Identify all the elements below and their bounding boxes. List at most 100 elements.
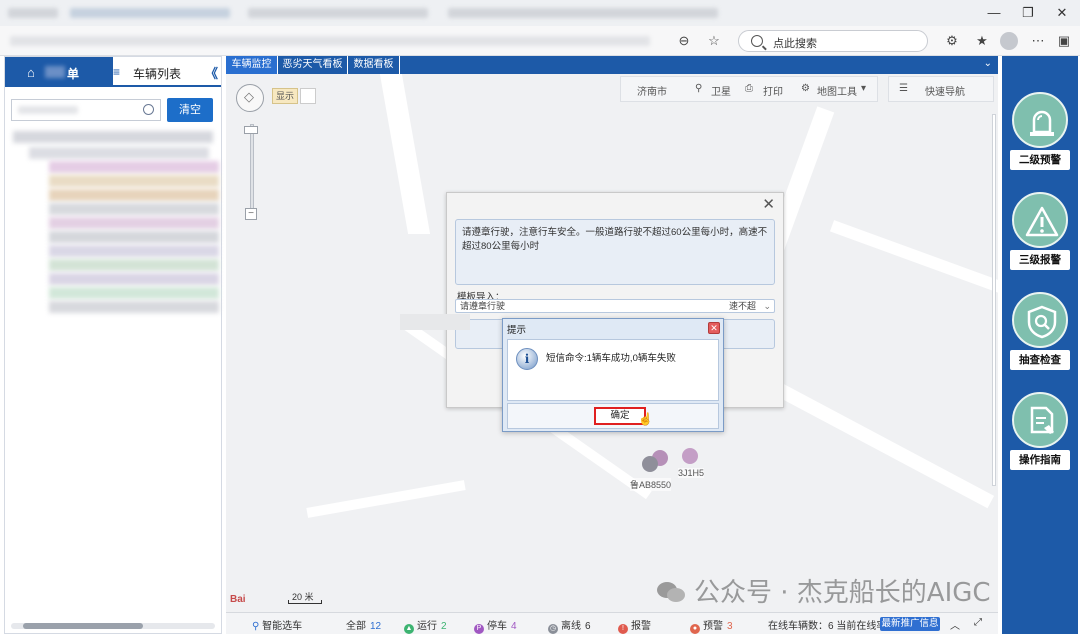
- favorites-list-icon[interactable]: ★: [974, 33, 990, 49]
- list-item[interactable]: [49, 231, 219, 243]
- template-select[interactable]: 请遵章行驶 速不超 ⌄: [455, 299, 775, 313]
- filter-all[interactable]: 全部 12: [346, 617, 381, 632]
- zoom-handle[interactable]: [244, 126, 258, 134]
- minimize-icon[interactable]: —: [984, 5, 1004, 20]
- tab-vehicle-monitor[interactable]: 车辆监控: [226, 56, 278, 74]
- list-item[interactable]: [29, 147, 209, 159]
- filter-parked-count: 4: [511, 621, 517, 632]
- clear-button[interactable]: 清空: [167, 98, 213, 122]
- map-toolbar: 济南市 ⚲ 卫星 ⎙ 打印 ⚙ 地图工具 ▾: [620, 76, 878, 102]
- map-pan-control[interactable]: [236, 84, 264, 112]
- print-button[interactable]: 打印: [763, 83, 783, 98]
- blurred-tab[interactable]: [70, 8, 230, 18]
- tab-home-list[interactable]: ⌂ 单: [5, 57, 113, 87]
- restore-icon[interactable]: ❐: [1018, 5, 1038, 21]
- tab-vehicle-list-label: 车辆列表: [133, 67, 182, 81]
- blurred-tab[interactable]: [248, 8, 428, 18]
- filter-offline[interactable]: ◷ 离线 6: [548, 617, 591, 634]
- search-icon: ⚲: [252, 621, 263, 632]
- prompt-dialog: 提示 ✕ i 短信命令:1辆车成功,0辆车失败 确定 ☝: [502, 318, 724, 432]
- close-icon[interactable]: ✕: [762, 195, 775, 213]
- blurred-tab[interactable]: [8, 8, 58, 18]
- browser-menu-icon[interactable]: ⋯: [1030, 33, 1046, 49]
- search-icon[interactable]: [143, 104, 154, 115]
- zoom-out-button[interactable]: −: [245, 208, 257, 220]
- expand-arrows-icon[interactable]: ⤢: [974, 617, 982, 628]
- chevron-up-icon[interactable]: ︿: [950, 617, 960, 632]
- zoom-slider[interactable]: [250, 124, 254, 212]
- satellite-button[interactable]: 卫星: [711, 83, 731, 98]
- filter-parked[interactable]: P 停车 4: [474, 617, 517, 634]
- blurred-tab[interactable]: [448, 8, 718, 18]
- show-checkbox[interactable]: [300, 88, 316, 104]
- expand-icon[interactable]: ⌄: [984, 58, 992, 69]
- tab-vehicle-list[interactable]: ≡ 车辆列表: [113, 65, 182, 82]
- document-hand-icon: [1012, 392, 1068, 448]
- smart-select-button[interactable]: ⚲ 智能选车: [252, 617, 302, 632]
- dialog-shadow-block: [400, 314, 470, 330]
- browser-tab-strip: — ❐ ✕: [0, 0, 1080, 26]
- quick-nav-panel[interactable]: ☰ 快速导航: [888, 76, 994, 102]
- chevron-down-icon[interactable]: ▾: [861, 83, 866, 94]
- prompt-title: 提示: [507, 325, 527, 336]
- map-tools-button[interactable]: 地图工具: [817, 83, 857, 98]
- list-item[interactable]: [49, 273, 219, 285]
- promo-button[interactable]: 最新推广信息: [880, 617, 940, 631]
- collapse-panel-button[interactable]: 《: [205, 63, 218, 82]
- list-item[interactable]: [49, 189, 219, 201]
- close-icon[interactable]: ✕: [708, 322, 720, 334]
- guide-label: 操作指南: [1010, 450, 1070, 470]
- baidu-logo: Bai: [230, 594, 246, 605]
- list-item[interactable]: [49, 161, 219, 173]
- list-item[interactable]: [49, 287, 219, 299]
- blurred-url[interactable]: [10, 36, 650, 46]
- map-scale-bar: [288, 600, 322, 604]
- vehicle-marker[interactable]: [642, 456, 658, 472]
- extensions-icon[interactable]: ⚙: [944, 33, 960, 49]
- satellite-icon: ⚲: [695, 83, 703, 94]
- profile-avatar[interactable]: [1000, 32, 1018, 50]
- tab-data-board[interactable]: 数据看板: [348, 56, 400, 74]
- list-item[interactable]: [49, 301, 219, 313]
- list-item[interactable]: [49, 217, 219, 229]
- menu-icon: ☰: [899, 83, 908, 94]
- map-vertical-scrollbar[interactable]: [992, 114, 996, 486]
- filter-warning[interactable]: ● 预警 3: [690, 617, 733, 634]
- left-panel-header: ⌂ 单 ≡ 车辆列表 《: [5, 57, 221, 87]
- vehicle-search-input[interactable]: [11, 99, 161, 121]
- prompt-body: i 短信命令:1辆车成功,0辆车失败: [507, 339, 719, 401]
- gear-icon: ⚙: [801, 83, 810, 94]
- vehicle-marker[interactable]: [682, 448, 698, 464]
- filter-alarm-label: 报警: [631, 621, 651, 632]
- sms-message-textarea[interactable]: 请遵章行驶，注意行车安全。一般道路行驶不超过60公里每小时，高速不超过80公里每…: [455, 219, 775, 285]
- sidebar-toggle-icon[interactable]: ▣: [1056, 33, 1072, 49]
- wechat-icon: [657, 582, 685, 602]
- filter-warning-count: 3: [727, 621, 733, 632]
- horizontal-scrollbar[interactable]: [11, 623, 215, 629]
- list-item[interactable]: [49, 203, 219, 215]
- list-item[interactable]: [13, 131, 213, 143]
- map-canvas[interactable]: 显示 − 济南市 ⚲ 卫星 ⎙ 打印 ⚙ 地图工具 ▾ ☰ 快速导航 3J1H5…: [226, 74, 998, 612]
- more-options-icon[interactable]: ⊖: [676, 33, 692, 49]
- chevron-down-icon: ⌄: [763, 301, 771, 311]
- show-toggle-button[interactable]: 显示: [272, 88, 298, 104]
- list-item[interactable]: [49, 245, 219, 257]
- running-icon: ▲: [404, 624, 414, 634]
- list-item[interactable]: [49, 175, 219, 187]
- favorite-star-icon[interactable]: ☆: [706, 33, 722, 49]
- tab-home-label: 单: [67, 67, 80, 81]
- smart-select-label: 智能选车: [262, 621, 303, 632]
- warning-icon: ●: [690, 624, 700, 634]
- tab-weather-board[interactable]: 恶劣天气看板: [278, 56, 348, 74]
- scrollbar-thumb[interactable]: [23, 623, 143, 629]
- filter-alarm[interactable]: ! 报警: [618, 617, 655, 634]
- list-item[interactable]: [49, 259, 219, 271]
- address-bar: ⊖ ☆ 点此搜索 ⚙ ★ ⋯ ▣: [0, 26, 1080, 56]
- close-window-icon[interactable]: ✕: [1052, 5, 1072, 21]
- browser-search-box[interactable]: 点此搜索: [738, 30, 928, 52]
- filter-running[interactable]: ▲ 运行 2: [404, 617, 447, 634]
- blurred-text: [18, 106, 78, 114]
- shield-search-icon: [1012, 292, 1068, 348]
- city-selector[interactable]: 济南市: [637, 83, 667, 98]
- tertiary-alarm-label: 三级报警: [1010, 250, 1070, 270]
